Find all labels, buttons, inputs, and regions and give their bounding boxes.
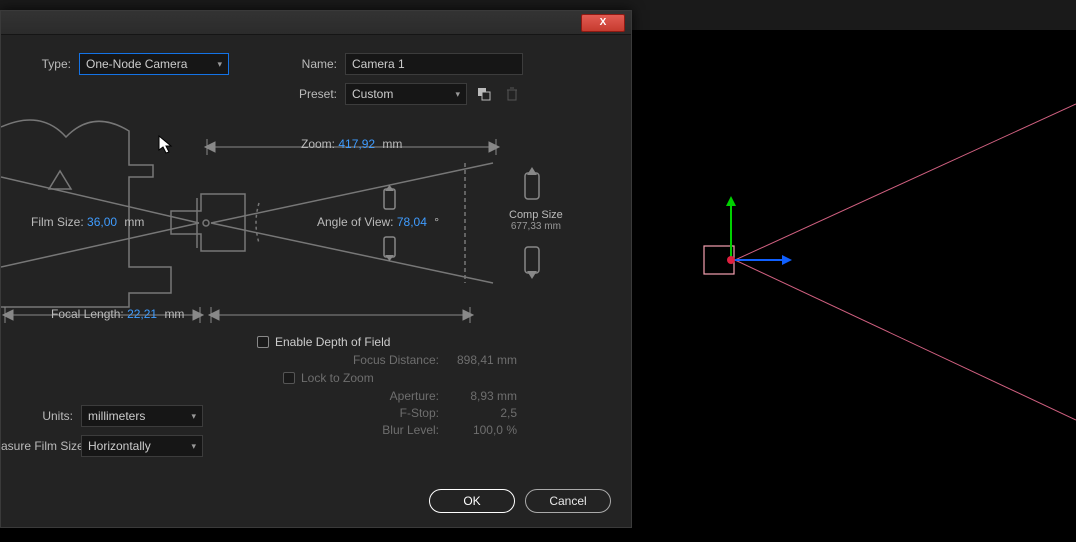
units-value: millimeters bbox=[88, 409, 145, 423]
focusdist-label: Focus Distance: bbox=[257, 353, 447, 367]
zoom-label: Zoom: bbox=[301, 137, 335, 151]
enable-dof-checkbox[interactable] bbox=[257, 336, 269, 348]
lock-zoom-label: Lock to Zoom bbox=[301, 371, 374, 385]
focal-label: Focal Length: bbox=[51, 307, 124, 321]
fstop-label: F-Stop: bbox=[257, 406, 447, 420]
blur-label: Blur Level: bbox=[257, 423, 447, 437]
chevron-down-icon: ▾ bbox=[217, 59, 222, 70]
name-label: Name: bbox=[299, 57, 345, 71]
camera-diagram: Zoom: 417,92 mm Film Size: 36,00 mm Angl… bbox=[1, 119, 611, 329]
cursor-icon bbox=[158, 135, 174, 160]
preset-value: Custom bbox=[352, 87, 393, 101]
ok-label: OK bbox=[463, 494, 480, 508]
focal-value[interactable]: 22,21 bbox=[127, 307, 157, 321]
delete-preset-icon bbox=[501, 83, 523, 105]
ok-button[interactable]: OK bbox=[429, 489, 515, 513]
focal-unit: mm bbox=[164, 307, 184, 321]
save-preset-icon[interactable] bbox=[473, 83, 495, 105]
units-select[interactable]: millimeters ▾ bbox=[81, 405, 203, 427]
compsize-block: Comp Size 677,33 mm bbox=[509, 209, 563, 232]
measure-value: Horizontally bbox=[88, 439, 151, 453]
chevron-down-icon: ▾ bbox=[455, 89, 460, 100]
preset-select[interactable]: Custom ▾ bbox=[345, 83, 467, 105]
camera-settings-dialog: X Type: One-Node Camera ▾ Name: bbox=[0, 10, 632, 528]
angle-value[interactable]: 78,04 bbox=[397, 215, 427, 229]
angle-row: Angle of View: 78,04 ° bbox=[317, 215, 439, 229]
filmsize-label: Film Size: bbox=[31, 215, 84, 229]
measure-label: asure Film Size: bbox=[1, 439, 81, 453]
aperture-value: 8,93 mm bbox=[447, 389, 517, 403]
type-value: One-Node Camera bbox=[86, 57, 187, 71]
filmsize-unit: mm bbox=[124, 215, 144, 229]
zoom-unit: mm bbox=[382, 137, 402, 151]
name-input[interactable]: Camera 1 bbox=[345, 53, 523, 75]
blur-value: 100,0 % bbox=[447, 423, 517, 437]
angle-label: Angle of View: bbox=[317, 215, 394, 229]
enable-dof-label: Enable Depth of Field bbox=[275, 335, 390, 349]
filmsize-row: Film Size: 36,00 mm bbox=[31, 215, 144, 229]
compsize-label: Comp Size bbox=[509, 209, 563, 221]
focusdist-value: 898,41 mm bbox=[447, 353, 517, 367]
compsize-value: 677,33 mm bbox=[509, 221, 563, 232]
aperture-label: Aperture: bbox=[257, 389, 447, 403]
measure-select[interactable]: Horizontally ▾ bbox=[81, 435, 203, 457]
filmsize-value[interactable]: 36,00 bbox=[87, 215, 117, 229]
close-icon: X bbox=[600, 16, 607, 30]
name-value: Camera 1 bbox=[352, 57, 405, 71]
angle-unit: ° bbox=[434, 215, 439, 229]
zoom-row: Zoom: 417,92 mm bbox=[301, 137, 402, 151]
preset-label: Preset: bbox=[299, 87, 345, 101]
zoom-value[interactable]: 417,92 bbox=[338, 137, 375, 151]
focal-row: Focal Length: 22,21 mm bbox=[51, 307, 184, 321]
cancel-button[interactable]: Cancel bbox=[525, 489, 611, 513]
chevron-down-icon: ▾ bbox=[191, 441, 196, 452]
lock-zoom-checkbox bbox=[283, 372, 295, 384]
close-button[interactable]: X bbox=[581, 14, 625, 32]
fstop-value: 2,5 bbox=[447, 406, 517, 420]
type-label: Type: bbox=[1, 57, 79, 71]
titlebar[interactable]: X bbox=[1, 11, 631, 35]
cancel-label: Cancel bbox=[549, 494, 586, 508]
chevron-down-icon: ▾ bbox=[191, 411, 196, 422]
units-label: Units: bbox=[1, 409, 81, 423]
type-select[interactable]: One-Node Camera ▾ bbox=[79, 53, 229, 75]
